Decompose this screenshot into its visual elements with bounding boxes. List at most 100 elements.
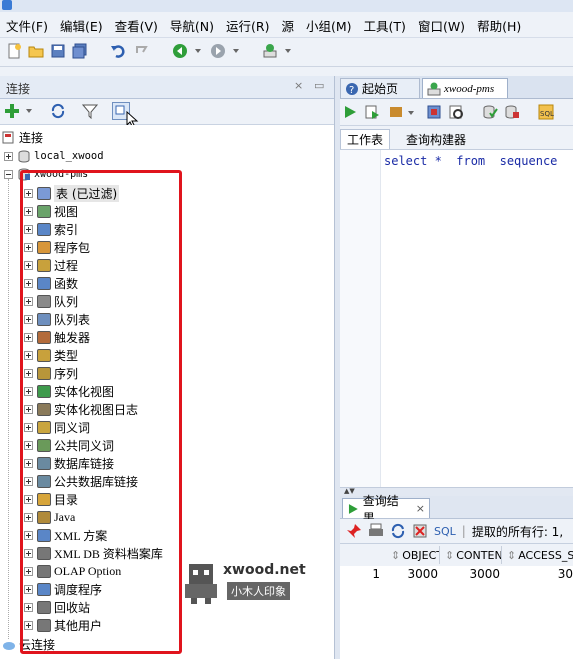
redo-icon[interactable] [134,43,150,59]
expand-icon[interactable] [24,224,33,234]
expand-icon[interactable] [24,602,33,612]
open-folder-icon[interactable] [28,43,44,59]
save-all-icon[interactable] [72,43,88,59]
expand-icon[interactable] [24,422,33,432]
menu-tools[interactable]: 工具(T) [358,16,412,35]
run-statement-icon[interactable] [342,104,358,120]
tree-item[interactable]: 队列 [24,292,78,310]
tree-item[interactable]: OLAP Option [24,562,121,580]
expand-icon[interactable] [24,314,33,324]
expand-icon[interactable] [24,332,33,342]
print-icon[interactable] [368,523,384,539]
refresh-icon[interactable] [50,103,66,119]
menu-navigate[interactable]: 导航(N) [164,16,220,35]
expand-icon[interactable] [24,350,33,360]
expand-icon[interactable] [24,620,33,630]
expand-icon[interactable] [24,458,33,468]
sql-worksheet-icon[interactable] [262,43,278,59]
minimize-icon[interactable]: ▭ [314,79,324,92]
expand-icon[interactable] [4,151,13,161]
tree-item[interactable]: 触发器 [24,328,90,346]
menu-view[interactable]: 查看(V) [109,16,164,35]
tree-item[interactable]: 视图 [24,202,78,220]
tree-item[interactable]: 公共数据库链接 [24,472,138,490]
sql-editor[interactable]: select * from sequence [340,149,573,488]
tree-item[interactable]: 同义词 [24,418,90,436]
menu-help[interactable]: 帮助(H) [471,16,527,35]
menu-team[interactable]: 小组(M) [300,16,358,35]
autotrace-icon[interactable] [426,104,442,120]
save-icon[interactable] [50,43,66,59]
expand-icon[interactable] [24,278,33,288]
tree-item[interactable]: 索引 [24,220,78,238]
tree-item[interactable]: 回收站 [24,598,90,616]
add-dropdown-icon[interactable] [26,109,32,113]
menu-file[interactable]: 文件(F) [0,16,54,35]
tree-item[interactable]: XML 方案 [24,526,107,544]
forward-icon[interactable] [210,43,226,59]
pin-icon[interactable] [346,523,362,539]
tree-item[interactable]: 过程 [24,256,78,274]
menu-source[interactable]: 源 [275,16,300,35]
expand-icon[interactable] [24,566,33,576]
expand-icon[interactable] [24,548,33,558]
explain-icon[interactable] [388,104,404,120]
table-row[interactable]: 1 3000 3000 30 [340,566,573,584]
add-connection-icon[interactable] [4,103,20,119]
tree-item[interactable]: 实体化视图日志 [24,400,138,418]
tree-item[interactable]: 程序包 [24,238,90,256]
filter-icon[interactable] [82,103,98,119]
sql-label[interactable]: SQL [434,525,456,538]
tree-item[interactable]: 数据库链接 [24,454,114,472]
tree-conn-xwood-pms[interactable]: xwood-pms [4,165,88,183]
refresh-icon[interactable] [390,523,406,539]
tree-item[interactable]: XML DB 资料档案库 [24,544,163,562]
sql-dropdown-icon[interactable] [285,49,291,53]
commit-icon[interactable] [482,104,498,120]
tab-worksheet[interactable]: xwood-pms [422,78,508,98]
rollback-icon[interactable] [504,104,520,120]
tree-item[interactable]: 其他用户 [24,616,102,634]
sql-history-icon[interactable]: SQL [538,104,554,120]
close-icon[interactable]: × [294,79,303,92]
menu-edit[interactable]: 编辑(E) [54,16,109,35]
cancel-icon[interactable] [412,523,428,539]
explain-dropdown-icon[interactable] [408,111,414,115]
tree-item[interactable]: 实体化视图 [24,382,114,400]
new-file-icon[interactable] [6,43,22,59]
expand-icon[interactable] [24,188,33,198]
tree-cloud-connections[interactable]: 云连接 [2,635,55,653]
tree-item[interactable]: 函数 [24,274,78,292]
expand-icon[interactable] [24,386,33,396]
expand-icon[interactable] [24,260,33,270]
expand-icon[interactable] [24,494,33,504]
expand-icon[interactable] [24,404,33,414]
column-header[interactable]: ⇕CONTENT [442,546,502,564]
sql-tuning-icon[interactable] [448,104,464,120]
split-arrows-icon[interactable]: ▲▼ [344,487,355,495]
column-header[interactable]: ⇕ OBJECT [388,546,440,564]
tree-item[interactable]: 类型 [24,346,78,364]
tree-conn-local-xwood[interactable]: local_xwood [4,147,104,165]
table-cell[interactable]: 3000 [388,567,438,581]
expand-icon[interactable] [24,476,33,486]
expand-icon[interactable] [24,512,33,522]
tree-item[interactable]: 调度程序 [24,580,102,598]
expand-icon[interactable] [24,530,33,540]
tree-item[interactable]: Java [24,508,75,526]
menu-run[interactable]: 运行(R) [220,16,275,35]
back-icon[interactable] [172,43,188,59]
table-cell[interactable]: 30 [504,567,573,581]
run-script-icon[interactable] [364,104,380,120]
tab-worksheet-editor[interactable]: 工作表 [340,129,391,149]
tab-query-builder[interactable]: 查询构建器 [400,129,472,149]
undo-icon[interactable] [110,43,126,59]
column-header[interactable]: ⇕ACCESS_STA [504,546,573,564]
expand-icon[interactable] [24,296,33,306]
collapse-icon[interactable] [4,169,13,179]
sql-code-line[interactable]: select * from sequence [384,154,557,168]
tree-item[interactable]: 队列表 [24,310,90,328]
tree-root-connections[interactable]: 连接 [2,128,43,146]
expand-icon[interactable] [24,368,33,378]
expand-icon[interactable] [24,584,33,594]
